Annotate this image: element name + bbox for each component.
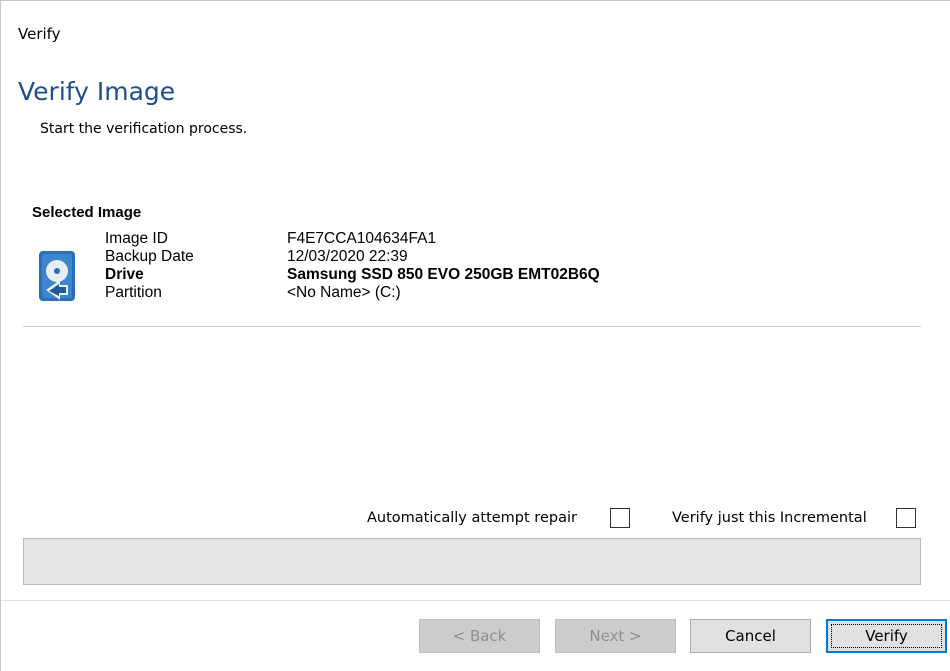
drive-value: Samsung SSD 850 EVO 250GB EMT02B6Q bbox=[287, 266, 600, 283]
back-button[interactable]: < Back bbox=[419, 619, 540, 653]
image-id-value: F4E7CCA104634FA1 bbox=[287, 230, 437, 247]
footer-divider bbox=[1, 600, 950, 601]
info-row-image-id: Image ID F4E7CCA104634FA1 bbox=[105, 230, 600, 248]
disk-image-icon bbox=[38, 250, 76, 302]
section-divider bbox=[23, 326, 921, 327]
verify-dialog: Verify Verify Image Start the verificati… bbox=[0, 0, 950, 671]
auto-repair-checkbox[interactable] bbox=[610, 508, 630, 528]
selected-image-heading: Selected Image bbox=[32, 204, 142, 221]
auto-repair-label[interactable]: Automatically attempt repair bbox=[367, 510, 577, 526]
backup-date-value: 12/03/2020 22:39 bbox=[287, 248, 408, 265]
image-info: Image ID F4E7CCA104634FA1 Backup Date 12… bbox=[105, 230, 600, 302]
image-id-label: Image ID bbox=[105, 230, 168, 247]
incremental-checkbox[interactable] bbox=[896, 508, 916, 528]
partition-value: <No Name> (C:) bbox=[287, 284, 401, 301]
next-button[interactable]: Next > bbox=[555, 619, 676, 653]
info-row-partition: Partition <No Name> (C:) bbox=[105, 284, 600, 302]
info-row-drive: Drive Samsung SSD 850 EVO 250GB EMT02B6Q bbox=[105, 266, 600, 284]
drive-label: Drive bbox=[105, 266, 144, 283]
window-title: Verify bbox=[18, 25, 61, 43]
progress-bar bbox=[23, 538, 921, 585]
cancel-button[interactable]: Cancel bbox=[690, 619, 811, 653]
verify-button[interactable]: Verify bbox=[826, 619, 947, 653]
page-title: Verify Image bbox=[18, 77, 176, 106]
backup-date-label: Backup Date bbox=[105, 248, 194, 265]
page-subtitle: Start the verification process. bbox=[40, 121, 248, 137]
incremental-label[interactable]: Verify just this Incremental bbox=[672, 510, 867, 526]
info-row-backup-date: Backup Date 12/03/2020 22:39 bbox=[105, 248, 600, 266]
partition-label: Partition bbox=[105, 284, 162, 301]
